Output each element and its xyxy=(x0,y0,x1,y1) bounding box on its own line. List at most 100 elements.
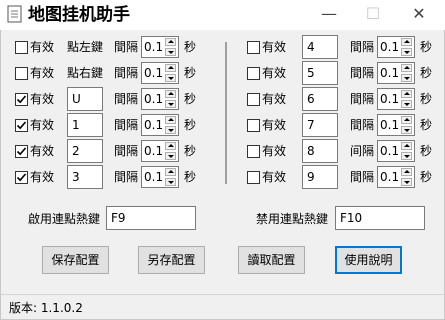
spinner-up-icon[interactable] xyxy=(165,90,176,98)
interval-spinner-right_rows-3[interactable]: 0.1 xyxy=(377,88,415,110)
spinner-up-icon[interactable] xyxy=(401,116,412,124)
interval-value[interactable]: 0.1 xyxy=(144,169,163,185)
app-document-icon xyxy=(7,5,22,23)
key-field-left_rows-5[interactable]: 2 xyxy=(67,139,103,163)
title-bar[interactable]: 地图挂机助手 — ☐ ✕ xyxy=(0,0,445,30)
interval-spinner-left_rows-1[interactable]: 0.1 xyxy=(141,36,179,58)
spinner-up-icon[interactable] xyxy=(401,168,412,176)
key-field-left_rows-6[interactable]: 3 xyxy=(67,165,103,189)
spinner-up-icon[interactable] xyxy=(401,64,412,72)
spinner-down-icon[interactable] xyxy=(401,126,412,134)
spinner-up-icon[interactable] xyxy=(165,168,176,176)
interval-value[interactable]: 0.1 xyxy=(144,39,163,55)
interval-value[interactable]: 0.1 xyxy=(380,143,399,159)
spinner-down-icon[interactable] xyxy=(165,100,176,108)
checkbox-left_rows-1[interactable] xyxy=(15,41,28,54)
spinner-down-icon[interactable] xyxy=(165,178,176,186)
load-config-button[interactable]: 讀取配置 xyxy=(238,246,305,274)
interval-label: 間隔 xyxy=(114,92,139,106)
interval-spinner-right_rows-6[interactable]: 0.1 xyxy=(377,166,415,188)
spinner-down-icon[interactable] xyxy=(401,100,412,108)
spinner-down-icon[interactable] xyxy=(401,74,412,82)
checkbox-left_rows-4[interactable] xyxy=(15,119,28,132)
key-field-right_rows-2[interactable]: 5 xyxy=(302,61,338,85)
enable-hotkey-field[interactable]: F9 xyxy=(106,206,196,230)
interval-spinner-left_rows-2[interactable]: 0.1 xyxy=(141,62,179,84)
checkbox-left_rows-6[interactable] xyxy=(15,171,28,184)
interval-label: 间隔 xyxy=(350,144,375,158)
spinner-arrows[interactable] xyxy=(164,167,178,187)
interval-spinner-right_rows-4[interactable]: 0.1 xyxy=(377,114,415,136)
spinner-arrows[interactable] xyxy=(164,89,178,109)
checkbox-right_rows-2[interactable] xyxy=(247,67,260,80)
interval-label: 間隔 xyxy=(114,40,139,54)
close-button[interactable]: ✕ xyxy=(407,2,431,26)
checkbox-left_rows-2[interactable] xyxy=(15,67,28,80)
spinner-down-icon[interactable] xyxy=(165,48,176,56)
interval-spinner-left_rows-5[interactable]: 0.1 xyxy=(141,140,179,162)
spinner-arrows[interactable] xyxy=(400,141,414,161)
spinner-down-icon[interactable] xyxy=(165,126,176,134)
disable-hotkey-label: 禁用連點熱鍵 xyxy=(256,212,329,226)
spinner-arrows[interactable] xyxy=(164,37,178,57)
interval-value[interactable]: 0.1 xyxy=(144,117,163,133)
spinner-up-icon[interactable] xyxy=(165,38,176,46)
spinner-arrows[interactable] xyxy=(400,89,414,109)
key-field-left_rows-3[interactable]: U xyxy=(67,87,103,111)
checkbox-right_rows-6[interactable] xyxy=(247,171,260,184)
spinner-arrows[interactable] xyxy=(400,167,414,187)
interval-spinner-right_rows-1[interactable]: 0.1 xyxy=(377,36,415,58)
spinner-up-icon[interactable] xyxy=(401,38,412,46)
key-field-left_rows-4[interactable]: 1 xyxy=(67,113,103,137)
interval-spinner-left_rows-3[interactable]: 0.1 xyxy=(141,88,179,110)
spinner-arrows[interactable] xyxy=(164,115,178,135)
interval-spinner-right_rows-5[interactable]: 0.1 xyxy=(377,140,415,162)
interval-spinner-left_rows-6[interactable]: 0.1 xyxy=(141,166,179,188)
interval-value[interactable]: 0.1 xyxy=(380,39,399,55)
spinner-down-icon[interactable] xyxy=(401,178,412,186)
interval-value[interactable]: 0.1 xyxy=(144,65,163,81)
spinner-arrows[interactable] xyxy=(400,115,414,135)
key-field-right_rows-4[interactable]: 7 xyxy=(302,113,338,137)
key-field-right_rows-5[interactable]: 8 xyxy=(302,139,338,163)
spinner-up-icon[interactable] xyxy=(401,142,412,150)
spinner-down-icon[interactable] xyxy=(165,152,176,160)
spinner-arrows[interactable] xyxy=(400,63,414,83)
key-field-right_rows-1[interactable]: 4 xyxy=(302,35,338,59)
interval-value[interactable]: 0.1 xyxy=(380,91,399,107)
interval-value[interactable]: 0.1 xyxy=(380,117,399,133)
checkbox-right_rows-3[interactable] xyxy=(247,93,260,106)
checkbox-left_rows-3[interactable] xyxy=(15,93,28,106)
spinner-up-icon[interactable] xyxy=(165,142,176,150)
help-button[interactable]: 使用說明 xyxy=(335,246,402,274)
interval-value[interactable]: 0.1 xyxy=(144,91,163,107)
key-field-right_rows-6[interactable]: 9 xyxy=(302,165,338,189)
interval-value[interactable]: 0.1 xyxy=(144,143,163,159)
spinner-up-icon[interactable] xyxy=(401,90,412,98)
minimize-button[interactable]: — xyxy=(317,2,341,26)
save-config-button[interactable]: 保存配置 xyxy=(42,246,109,274)
checkbox-right_rows-4[interactable] xyxy=(247,119,260,132)
save-as-config-button[interactable]: 另存配置 xyxy=(138,246,205,274)
spinner-up-icon[interactable] xyxy=(165,116,176,124)
spinner-up-icon[interactable] xyxy=(165,64,176,72)
spinner-arrows[interactable] xyxy=(164,63,178,83)
checkbox-left_rows-5[interactable] xyxy=(15,145,28,158)
spinner-down-icon[interactable] xyxy=(401,48,412,56)
spinner-arrows[interactable] xyxy=(400,37,414,57)
interval-spinner-left_rows-4[interactable]: 0.1 xyxy=(141,114,179,136)
disable-hotkey-field[interactable]: F10 xyxy=(335,206,425,230)
spinner-down-icon[interactable] xyxy=(165,74,176,82)
spinner-down-icon[interactable] xyxy=(401,152,412,160)
interval-spinner-right_rows-2[interactable]: 0.1 xyxy=(377,62,415,84)
checkbox-right_rows-1[interactable] xyxy=(247,41,260,54)
key-field-right_rows-3[interactable]: 6 xyxy=(302,87,338,111)
enabled-label: 有效 xyxy=(30,66,55,80)
spinner-arrows[interactable] xyxy=(164,141,178,161)
seconds-label: 秒 xyxy=(184,144,197,158)
interval-label: 間隔 xyxy=(350,40,375,54)
interval-value[interactable]: 0.1 xyxy=(380,169,399,185)
checkbox-right_rows-5[interactable] xyxy=(247,145,260,158)
enabled-label: 有效 xyxy=(262,144,287,158)
interval-value[interactable]: 0.1 xyxy=(380,65,399,81)
